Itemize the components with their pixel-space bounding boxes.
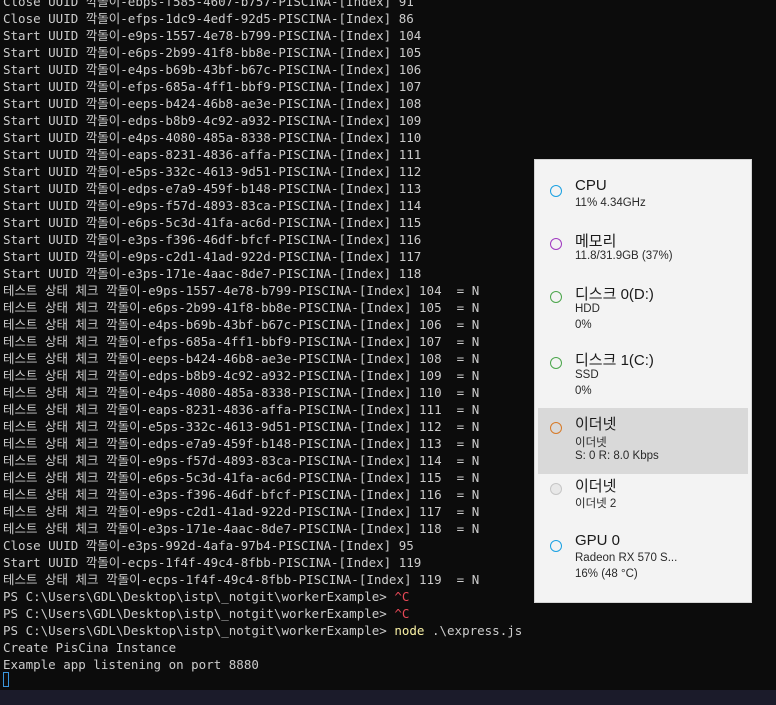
prompt-path: PS C:\Users\GDL\Desktop\istp\_notgit\wor…	[3, 606, 395, 621]
status-ring-icon	[550, 185, 562, 197]
perf-item-title: CPU	[575, 177, 607, 194]
terminal-line: Start UUID 깍돌이-e4ps-b69b-43bf-b67c-PISCI…	[3, 62, 422, 77]
prompt-line: PS C:\Users\GDL\Desktop\istp\_notgit\wor…	[3, 622, 522, 639]
prompt-path: PS C:\Users\GDL\Desktop\istp\_notgit\wor…	[3, 623, 395, 638]
command-name: node	[394, 623, 425, 638]
terminal-line: Close UUID 깍돌이-efps-1dc9-4edf-92d5-PISCI…	[3, 11, 414, 26]
perf-item-detail: 11% 4.34GHz	[575, 197, 646, 209]
terminal-line: Start UUID 깍돌이-e5ps-332c-4613-9d51-PISCI…	[3, 164, 422, 179]
perf-item-detail: S: 0 R: 8.0 Kbps	[575, 450, 659, 462]
terminal-line: 테스트 상태 체크 깍돌이-e6ps-5c3d-41fa-ac6d-PISCIN…	[3, 470, 480, 485]
perf-item-title: 이더넷	[575, 416, 617, 433]
perf-item[interactable]: 디스크 0(D:) HDD 0%	[538, 283, 748, 341]
terminal-line: Start UUID 깍돌이-edps-b8b9-4c92-a932-PISCI…	[3, 113, 422, 128]
terminal-line: Start UUID 깍돌이-eeps-b424-46b8-ae3e-PISCI…	[3, 96, 422, 111]
terminal-line: Start UUID 깍돌이-e6ps-2b99-41f8-bb8e-PISCI…	[3, 45, 422, 60]
terminal-output: Close UUID 깍돌이-ebps-f585-4607-b757-PISCI…	[3, 0, 522, 673]
status-ring-icon	[550, 540, 562, 552]
terminal-line: 테스트 상태 체크 깍돌이-e4ps-4080-485a-8338-PISCIN…	[3, 385, 480, 400]
terminal-cursor	[3, 672, 9, 687]
performance-flyout: CPU 11% 4.34GHz 메모리 11.8/31.9GB (37%) 디스크 0(…	[534, 159, 752, 603]
perf-item[interactable]: 메모리 11.8/31.9GB (37%)	[538, 230, 748, 276]
perf-item-detail: 이더넷 2	[575, 498, 617, 510]
terminal-line: Start UUID 깍돌이-e9ps-1557-4e78-b799-PISCI…	[3, 28, 422, 43]
terminal-line: Start UUID 깍돌이-e9ps-f57d-4893-83ca-PISCI…	[3, 198, 422, 213]
terminal-line: 테스트 상태 체크 깍돌이-e9ps-1557-4e78-b799-PISCIN…	[3, 283, 480, 298]
terminal-line: 테스트 상태 체크 깍돌이-edps-b8b9-4c92-a932-PISCIN…	[3, 368, 480, 383]
terminal-line: 테스트 상태 체크 깍돌이-e5ps-332c-4613-9d51-PISCIN…	[3, 419, 480, 434]
perf-item[interactable]: GPU 0 Radeon RX 570 S... 16% (48 °C)	[538, 532, 748, 592]
terminal-line: Start UUID 깍돌이-e3ps-f396-46df-bfcf-PISCI…	[3, 232, 422, 247]
perf-item-detail: HDD	[575, 303, 600, 315]
prompt-path: PS C:\Users\GDL\Desktop\istp\_notgit\wor…	[3, 589, 395, 604]
terminal-line: 테스트 상태 체크 깍돌이-e9ps-f57d-4893-83ca-PISCIN…	[3, 453, 480, 468]
command-args: .\express.js	[424, 623, 523, 638]
perf-item-title: GPU 0	[575, 532, 621, 549]
perf-item-title: 이더넷	[575, 478, 617, 495]
perf-item-detail: 이더넷	[575, 437, 607, 449]
ctrl-c-marker: ^C	[394, 606, 410, 621]
perf-item-detail: 16% (48 °C)	[575, 568, 638, 580]
terminal-line: 테스트 상태 체크 깍돌이-e6ps-2b99-41f8-bb8e-PISCIN…	[3, 300, 480, 315]
terminal-line: 테스트 상태 체크 깍돌이-edps-e7a9-459f-b148-PISCIN…	[3, 436, 480, 451]
perf-item-title: 디스크 0(D:)	[575, 286, 654, 303]
prompt-line: PS C:\Users\GDL\Desktop\istp\_notgit\wor…	[3, 588, 522, 605]
status-ring-icon	[550, 422, 562, 434]
taskbar-strip	[0, 690, 776, 705]
terminal-line: 테스트 상태 체크 깍돌이-e4ps-b69b-43bf-b67c-PISCIN…	[3, 317, 480, 332]
perf-item-detail: Radeon RX 570 S...	[575, 552, 678, 564]
terminal-line: 테스트 상태 체크 깍돌이-e3ps-f396-46df-bfcf-PISCIN…	[3, 487, 480, 502]
terminal-line: Example app listening on port 8880	[3, 657, 259, 672]
perf-item-title: 디스크 1(C:)	[575, 352, 654, 369]
terminal-line: 테스트 상태 체크 깍돌이-efps-685a-4ff1-bbf9-PISCIN…	[3, 334, 480, 349]
terminal-line: Start UUID 깍돌이-e3ps-171e-4aac-8de7-PISCI…	[3, 266, 422, 281]
terminal-line: Close UUID 깍돌이-ebps-f585-4607-b757-PISCI…	[3, 0, 414, 9]
terminal-line: Start UUID 깍돌이-e6ps-5c3d-41fa-ac6d-PISCI…	[3, 215, 422, 230]
terminal-line: Create PisCina Instance	[3, 640, 177, 655]
perf-item[interactable]: CPU 11% 4.34GHz	[538, 177, 748, 223]
perf-item-detail: SSD	[575, 369, 599, 381]
perf-item-detail: 11.8/31.9GB (37%)	[575, 250, 673, 262]
status-ring-icon	[550, 291, 562, 303]
terminal-line: 테스트 상태 체크 깍돌이-e9ps-c2d1-41ad-922d-PISCIN…	[3, 504, 480, 519]
terminal-line: 테스트 상태 체크 깍돌이-ecps-1f4f-49c4-8fbb-PISCIN…	[3, 572, 480, 587]
perf-item[interactable]: 이더넷이더넷 2	[538, 475, 748, 521]
terminal-line: Start UUID 깍돌이-e9ps-c2d1-41ad-922d-PISCI…	[3, 249, 422, 264]
terminal-line: Start UUID 깍돌이-efps-685a-4ff1-bbf9-PISCI…	[3, 79, 422, 94]
terminal-line: Close UUID 깍돌이-e3ps-992d-4afa-97b4-PISCI…	[3, 538, 414, 553]
terminal-line: Start UUID 깍돌이-edps-e7a9-459f-b148-PISCI…	[3, 181, 422, 196]
terminal-line: 테스트 상태 체크 깍돌이-eaps-8231-4836-affa-PISCIN…	[3, 402, 480, 417]
perf-item[interactable]: 이더넷 이더넷 S: 0 R: 8.0 Kbps	[538, 408, 748, 474]
prompt-line: PS C:\Users\GDL\Desktop\istp\_notgit\wor…	[3, 605, 522, 622]
status-ring-icon	[550, 357, 562, 369]
terminal-line: Start UUID 깍돌이-eaps-8231-4836-affa-PISCI…	[3, 147, 422, 162]
perf-item[interactable]: 디스크 1(C:) SSD 0%	[538, 349, 748, 407]
terminal-line: Start UUID 깍돌이-ecps-1f4f-49c4-8fbb-PISCI…	[3, 555, 422, 570]
perf-item-title: 메모리	[575, 233, 617, 250]
status-ring-icon	[550, 483, 562, 495]
terminal-line: 테스트 상태 체크 깍돌이-e3ps-171e-4aac-8de7-PISCIN…	[3, 521, 480, 536]
perf-item-detail: 0%	[575, 319, 592, 331]
ctrl-c-marker: ^C	[394, 589, 410, 604]
terminal-line: Start UUID 깍돌이-e4ps-4080-485a-8338-PISCI…	[3, 130, 422, 145]
terminal-line: 테스트 상태 체크 깍돌이-eeps-b424-46b8-ae3e-PISCIN…	[3, 351, 480, 366]
perf-item-detail: 0%	[575, 385, 592, 397]
status-ring-icon	[550, 238, 562, 250]
